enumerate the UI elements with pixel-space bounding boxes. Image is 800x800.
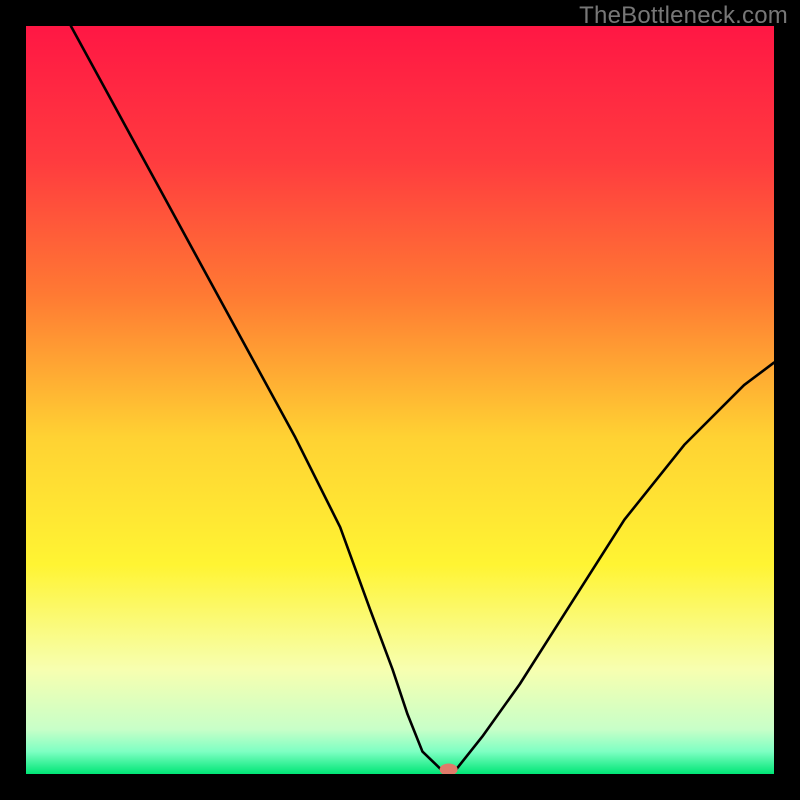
optimal-point-marker (440, 764, 458, 776)
chart-frame: TheBottleneck.com (0, 0, 800, 800)
watermark-text: TheBottleneck.com (579, 2, 788, 30)
chart-canvas (0, 0, 800, 800)
plot-background (26, 26, 774, 774)
